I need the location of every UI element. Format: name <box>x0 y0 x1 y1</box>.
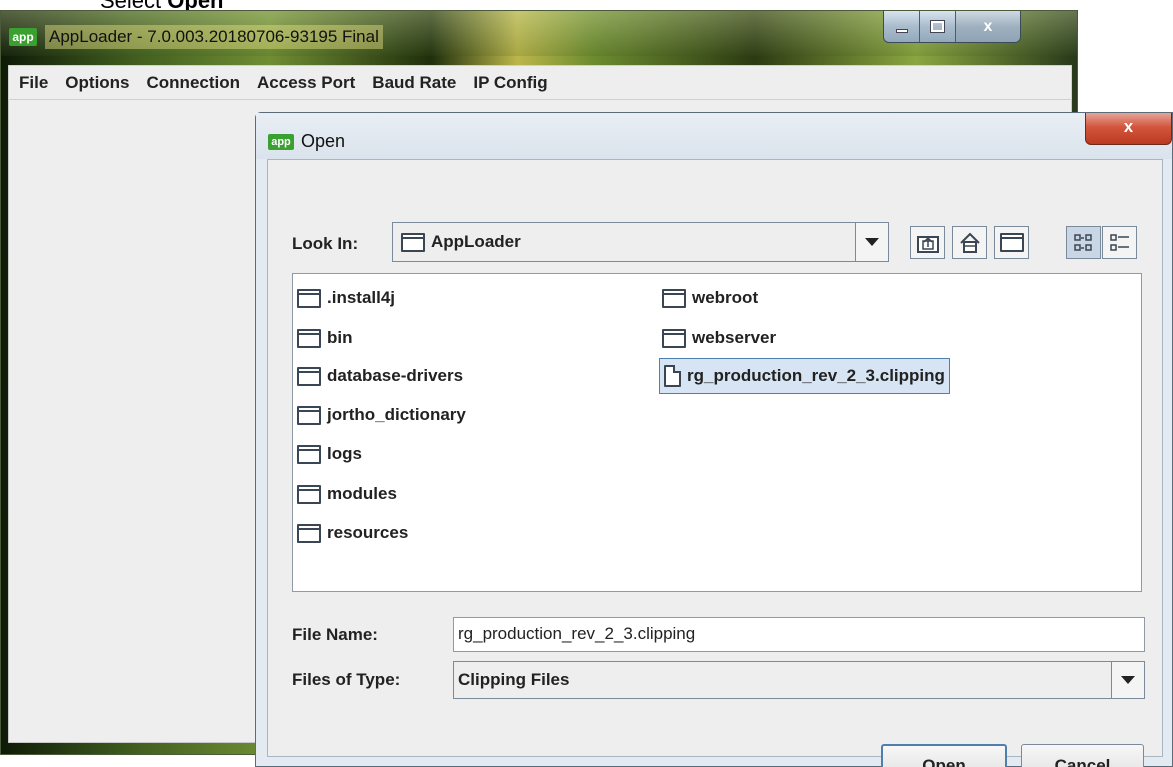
file-name: logs <box>327 444 362 463</box>
look-in-value: AppLoader <box>431 232 521 251</box>
list-item-selected[interactable]: rg_production_rev_2_3.clipping <box>659 358 950 394</box>
folder-icon <box>297 523 321 543</box>
app-logo-icon: app <box>9 28 37 46</box>
menu-access-port[interactable]: Access Port <box>257 73 355 93</box>
dialog-content: Look In: AppLoader .install4j bin databa… <box>267 159 1163 767</box>
file-list[interactable]: .install4j bin database-drivers jortho_d… <box>292 273 1142 592</box>
file-name: webroot <box>692 288 759 307</box>
maximize-button[interactable] <box>920 11 956 42</box>
maximize-icon <box>930 20 945 33</box>
file-name: modules <box>327 484 397 503</box>
list-item[interactable]: database-drivers <box>297 360 463 392</box>
home-button[interactable] <box>952 226 987 259</box>
details-view-button[interactable] <box>1102 226 1137 259</box>
look-in-dropdown-button[interactable] <box>855 223 888 261</box>
list-item[interactable]: bin <box>297 322 353 354</box>
close-icon: x <box>1123 117 1134 136</box>
menu-baud-rate[interactable]: Baud Rate <box>372 73 456 93</box>
file-name: .install4j <box>327 288 396 307</box>
chevron-down-icon <box>865 238 879 246</box>
dialog-title: Open <box>301 131 346 151</box>
look-in-combo[interactable]: AppLoader <box>392 222 889 262</box>
open-button[interactable]: Open <box>881 744 1007 767</box>
folder-icon <box>662 328 686 348</box>
list-item[interactable]: resources <box>297 517 408 549</box>
folder-icon <box>297 484 321 504</box>
file-name: jortho_dictionary <box>327 405 466 424</box>
close-button[interactable]: x <box>956 11 1020 42</box>
app-logo-icon: app <box>268 134 294 150</box>
folder-icon <box>662 288 686 308</box>
window-controls: x <box>883 11 1021 43</box>
folder-icon <box>297 405 321 425</box>
open-dialog: app Open x Look In: AppLoader .install4j… <box>255 112 1173 767</box>
dialog-titlebar[interactable]: app Open <box>256 113 1172 159</box>
file-name: rg_production_rev_2_3.clipping <box>687 366 945 385</box>
list-view-button[interactable] <box>1066 226 1101 259</box>
details-view-icon <box>1109 233 1129 251</box>
file-name: webserver <box>692 328 777 347</box>
folder-icon <box>297 366 321 386</box>
file-name: bin <box>327 328 353 347</box>
folder-icon <box>297 328 321 348</box>
minimize-icon <box>895 28 908 33</box>
file-name: database-drivers <box>327 366 464 385</box>
file-type-combo[interactable]: Clipping Files <box>453 661 1145 699</box>
up-one-level-button[interactable] <box>910 226 945 259</box>
list-item[interactable]: logs <box>297 438 362 470</box>
look-in-label: Look In: <box>292 234 359 253</box>
file-name-input[interactable]: rg_production_rev_2_3.clipping <box>453 617 1145 652</box>
home-icon <box>959 232 980 253</box>
list-item[interactable]: modules <box>297 478 397 510</box>
file-type-value: Clipping Files <box>458 670 570 689</box>
close-icon: x <box>983 17 993 35</box>
menu-file[interactable]: File <box>19 73 48 93</box>
up-one-level-icon <box>916 235 939 253</box>
folder-icon <box>297 444 321 464</box>
list-view-icon <box>1073 233 1092 251</box>
file-name: resources <box>327 523 409 542</box>
list-item[interactable]: jortho_dictionary <box>297 399 466 431</box>
dialog-close-button[interactable]: x <box>1085 113 1172 145</box>
menu-bar: File Options Connection Access Port Baud… <box>8 65 1072 100</box>
window-title: AppLoader - 7.0.003.20180706-93195 Final <box>45 25 383 49</box>
minimize-button[interactable] <box>884 11 920 42</box>
menu-connection[interactable]: Connection <box>147 73 241 93</box>
list-item[interactable]: webserver <box>662 322 776 354</box>
file-name-label: File Name: <box>292 625 378 644</box>
menu-options[interactable]: Options <box>65 73 129 93</box>
folder-icon <box>401 232 425 252</box>
new-folder-icon <box>999 233 1024 252</box>
file-type-label: Files of Type: <box>292 670 401 689</box>
list-item[interactable]: webroot <box>662 282 758 314</box>
chevron-down-icon <box>1121 676 1135 684</box>
list-item[interactable]: .install4j <box>297 282 395 314</box>
cancel-button[interactable]: Cancel <box>1021 744 1144 767</box>
new-folder-button[interactable] <box>994 226 1029 259</box>
file-type-dropdown-button[interactable] <box>1111 662 1144 698</box>
menu-ip-config[interactable]: IP Config <box>473 73 547 93</box>
folder-icon <box>297 288 321 308</box>
document-icon <box>664 365 681 387</box>
